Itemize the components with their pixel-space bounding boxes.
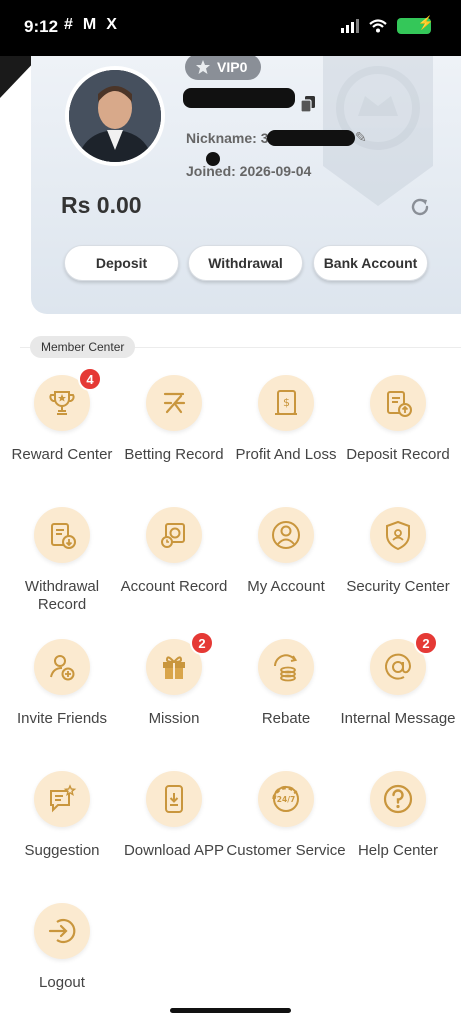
security-center-label: Security Center — [346, 578, 450, 595]
phone-download-icon — [146, 771, 202, 827]
withdrawal-button[interactable]: Withdrawal — [188, 245, 303, 281]
help-center-label: Help Center — [357, 842, 439, 859]
slack-icon: # — [64, 16, 73, 33]
invoice-icon: $ — [258, 375, 314, 431]
mission-label: Mission — [148, 710, 200, 727]
status-time: 9:12 — [24, 17, 59, 36]
nickname-label: Nickname: — [186, 130, 257, 146]
redacted-user-id — [183, 88, 295, 108]
status-indicators — [341, 15, 434, 34]
question-icon — [370, 771, 426, 827]
customer-service-label: Customer Service — [226, 842, 346, 859]
status-app-icons: # M X — [64, 16, 117, 34]
user-icon — [258, 507, 314, 563]
reward-center-badge: 4 — [78, 367, 102, 391]
avatar[interactable] — [65, 66, 165, 166]
svg-text:24/7: 24/7 — [277, 795, 295, 804]
coins-icon — [258, 639, 314, 695]
joined-label: Joined: — [186, 163, 236, 179]
withdrawal-record-label: Withdrawal Record — [24, 578, 100, 613]
signal-icon — [341, 19, 359, 33]
deposit-button[interactable]: Deposit — [64, 245, 179, 281]
x-icon: X — [106, 16, 117, 33]
internal-message-label: Internal Message — [340, 710, 456, 727]
joined-row: Joined: 2026-09-04 — [186, 163, 311, 179]
redacted-nickname — [267, 130, 355, 146]
vip-star-icon — [196, 60, 210, 74]
chat-icon — [34, 771, 90, 827]
download-app-label: Download APP — [123, 842, 225, 859]
headset-24-7-icon: 24/7 — [258, 771, 314, 827]
shield-icon — [370, 507, 426, 563]
refresh-icon[interactable] — [409, 196, 431, 218]
reward-center-label: Reward Center — [11, 446, 113, 463]
profit-and-loss-label: Profit And Loss — [235, 446, 337, 463]
clipboard-down-icon — [34, 507, 90, 563]
home-indicator[interactable] — [170, 1008, 291, 1013]
member-center-label: Member Center — [30, 336, 136, 358]
spark-icon — [146, 375, 202, 431]
invite-friends-label: Invite Friends — [16, 710, 108, 727]
account-record-label: Account Record — [120, 578, 228, 595]
logout-icon — [34, 903, 90, 959]
copy-icon[interactable] — [301, 96, 315, 112]
balance-amount: Rs 0.00 — [61, 192, 142, 218]
suggestion-label: Suggestion — [24, 842, 100, 859]
vip-label: VIP0 — [217, 59, 248, 75]
edit-icon[interactable]: ✎ — [355, 129, 367, 146]
deposit-record-label: Deposit Record — [346, 446, 450, 463]
history-icon — [146, 507, 202, 563]
vip-level-badge: VIP0 — [185, 56, 262, 80]
internal-message-badge: 2 — [414, 631, 438, 655]
gmail-icon: M — [82, 16, 97, 33]
battery-icon — [397, 15, 434, 34]
profile-card: VIP0 Nickname: 3 ✎ Joined: 2026-09-04 Rs… — [31, 56, 461, 314]
nickname-row: Nickname: 3 — [186, 130, 269, 146]
bank-account-button[interactable]: Bank Account — [313, 245, 428, 281]
mission-badge: 2 — [190, 631, 214, 655]
clipboard-up-icon — [370, 375, 426, 431]
avatar-photo — [69, 70, 161, 162]
add-user-icon — [34, 639, 90, 695]
wifi-icon — [369, 19, 387, 33]
my-account-label: My Account — [247, 578, 325, 595]
svg-text:$: $ — [283, 396, 290, 409]
joined-date: 2026-09-04 — [239, 163, 312, 179]
rebate-label: Rebate — [261, 710, 311, 727]
logout-label: Logout — [39, 974, 85, 991]
status-bar: 9:12 # M X — [0, 0, 461, 56]
betting-record-label: Betting Record — [124, 446, 224, 463]
